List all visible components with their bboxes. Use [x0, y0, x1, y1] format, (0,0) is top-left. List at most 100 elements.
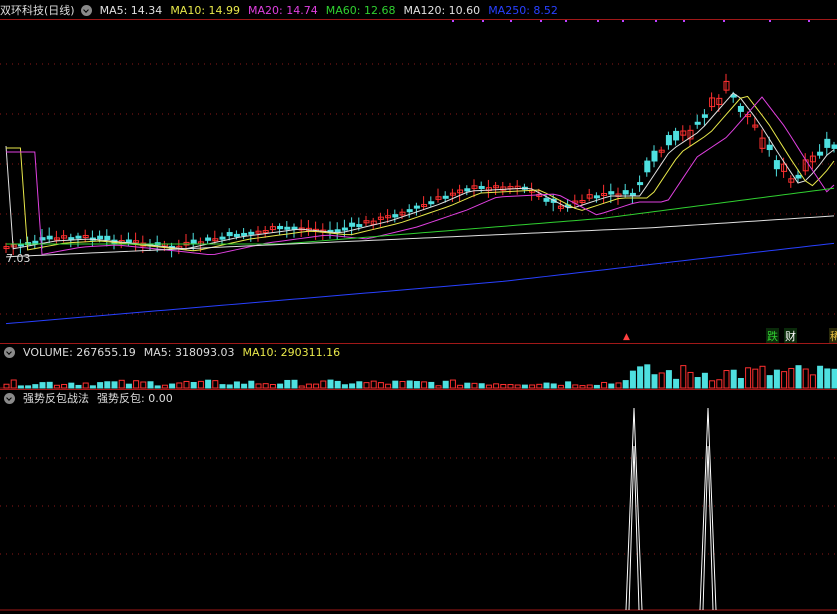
volume-bar	[536, 383, 543, 389]
indicator-value: 强势反包: 0.00	[97, 392, 173, 405]
volume-bar	[665, 370, 672, 389]
volume-bar	[46, 381, 53, 389]
volume-bar	[197, 380, 204, 389]
volume-bar	[701, 372, 708, 389]
ma-legend-item: MA60: 12.68	[325, 3, 396, 17]
volume-bar	[169, 383, 176, 389]
signal-dot	[482, 20, 484, 22]
volume-bar	[593, 384, 600, 389]
candle-body	[428, 201, 435, 205]
badge-cai[interactable]: 财	[784, 328, 797, 344]
volume-bar	[277, 383, 284, 389]
candle-body	[665, 135, 672, 146]
chevron-down-icon[interactable]	[80, 4, 92, 16]
candle-body	[341, 227, 348, 231]
candle-body	[673, 130, 680, 141]
volume-bar	[140, 381, 147, 389]
volume-bar	[39, 382, 46, 389]
candle-body	[248, 231, 255, 235]
volume-bar	[637, 366, 644, 389]
volume-bar	[579, 385, 586, 389]
volume-bar	[680, 365, 687, 389]
chevron-down-icon[interactable]	[4, 392, 15, 404]
ma-legend-item: MA5: 14.34	[99, 3, 163, 17]
volume-bar	[349, 383, 356, 389]
candle-body	[10, 244, 17, 248]
price-chart: 7.03	[0, 20, 837, 325]
volume-bar	[658, 372, 665, 389]
volume-bar	[363, 382, 370, 389]
volume-bar	[449, 379, 456, 389]
volume-bar	[133, 380, 140, 389]
volume-ma5: MA5: 318093.03	[143, 345, 235, 359]
volume-bar	[25, 385, 32, 389]
ma250-line	[5, 242, 835, 325]
volume-bar	[305, 383, 312, 389]
badge-partial[interactable]: 稀	[829, 328, 837, 344]
volume-bar	[53, 384, 60, 389]
candle-body	[219, 236, 226, 240]
chevron-down-icon[interactable]	[4, 346, 15, 358]
volume-bar	[457, 384, 464, 389]
candle-body	[226, 232, 233, 237]
ma5-line	[5, 92, 835, 250]
volume-bar	[392, 380, 399, 389]
candle-body	[442, 195, 449, 199]
arrow-up-icon: ▲	[623, 332, 630, 342]
volume-bar	[10, 379, 17, 389]
volume-bar	[500, 383, 507, 389]
volume-bar	[125, 383, 132, 389]
volume-bar	[493, 383, 500, 389]
signal-dot	[655, 20, 657, 22]
ma20-line	[6, 96, 835, 256]
candle-body	[104, 235, 111, 240]
candle-body	[766, 144, 773, 151]
volume-bar	[68, 382, 75, 389]
volume-bar	[557, 384, 564, 389]
volume-bar	[831, 368, 837, 389]
candle-body	[737, 105, 744, 112]
candle-body	[817, 151, 824, 156]
volume-bar	[104, 381, 111, 389]
volume-bar	[97, 382, 104, 389]
ma-legend-item: MA10: 14.99	[170, 3, 241, 17]
candle-body	[651, 150, 658, 162]
volume-bar	[385, 383, 392, 389]
candle-body	[644, 160, 651, 173]
volume-bar	[442, 380, 449, 389]
volume-bar	[752, 368, 759, 389]
candle-body	[413, 205, 420, 209]
candle-body	[68, 237, 75, 241]
candle-body	[392, 214, 399, 218]
volume-bar	[817, 365, 824, 389]
signal-dot	[597, 20, 599, 22]
volume-bar	[334, 380, 341, 389]
volume-bar	[644, 364, 651, 389]
candle-body	[75, 235, 82, 239]
candle-body	[773, 160, 780, 170]
candle-body	[349, 222, 356, 227]
volume-bar	[89, 385, 96, 389]
candle-body	[233, 233, 240, 237]
candle-body	[622, 190, 629, 195]
volume-bar	[3, 383, 10, 389]
volume-bar	[205, 379, 212, 389]
candle-body	[637, 182, 644, 186]
candle-body	[241, 232, 248, 236]
volume-bar	[298, 385, 305, 389]
volume-bar	[313, 383, 320, 389]
candle-body	[543, 198, 550, 202]
volume-bar	[514, 384, 521, 389]
volume-bar	[550, 383, 557, 389]
candle-body	[205, 237, 212, 241]
candle-body	[125, 239, 132, 243]
volume-bar	[601, 381, 608, 389]
volume-bar	[478, 383, 485, 389]
volume-ma10: MA10: 290311.16	[242, 345, 341, 359]
volume-bar	[241, 383, 248, 389]
candle-body	[694, 121, 701, 125]
candle-body	[356, 224, 363, 228]
volume-title: VOLUME: 267655.19	[23, 345, 136, 359]
volume-bar	[248, 380, 255, 389]
badge-die[interactable]: 跌	[766, 328, 779, 344]
